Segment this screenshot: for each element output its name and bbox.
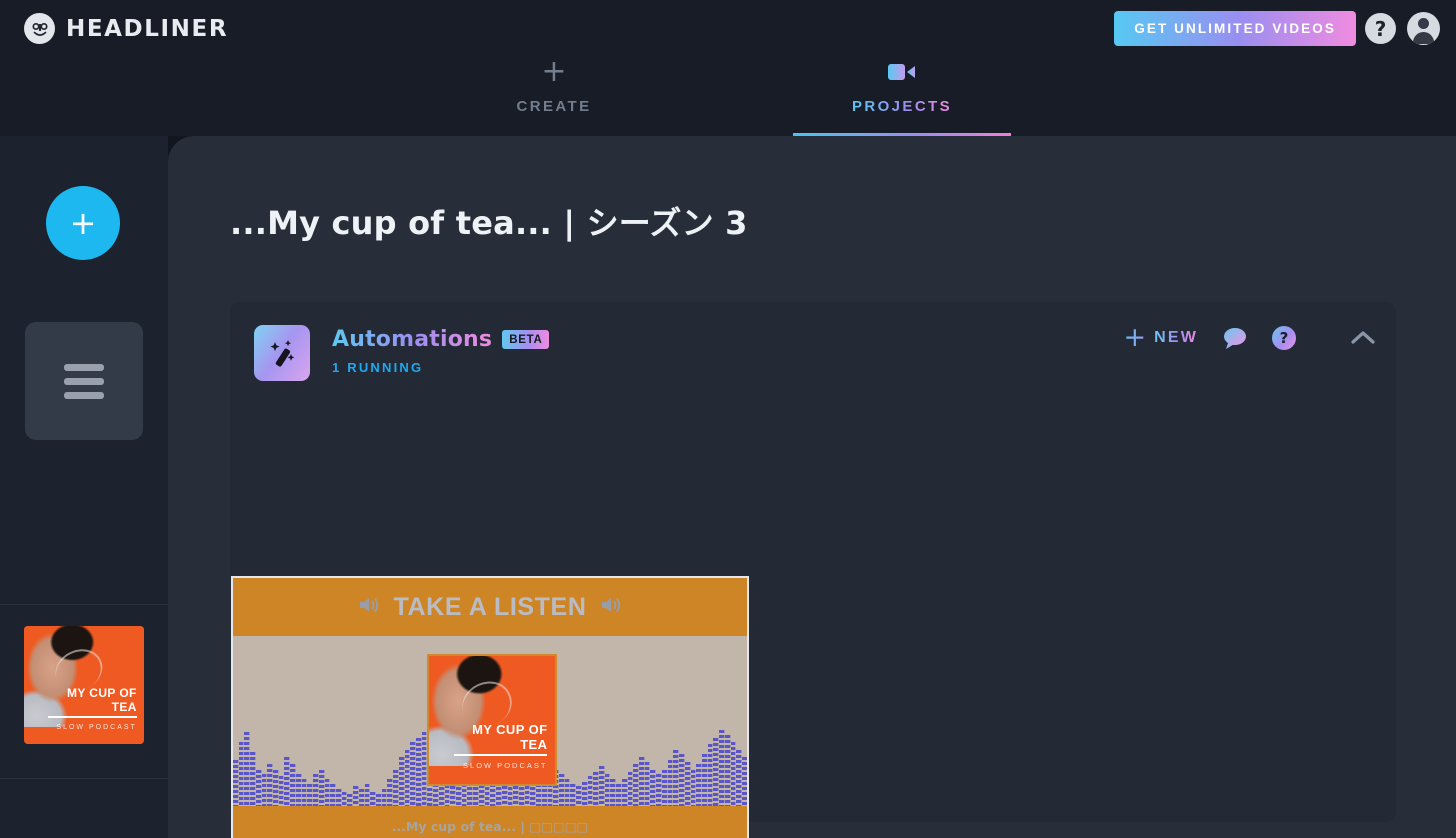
hamburger-menu-icon-bar [64,391,104,399]
new-automation-label: NEW [1154,329,1198,346]
video-cover-art: MY CUP OF TEA SLOW PODCAST [427,654,557,786]
podcast-cover-art: MY CUP OF TEA SLOW PODCAST [24,626,144,744]
tab-projects[interactable]: PROJECTS [793,58,1011,136]
automation-video-preview[interactable]: TAKE A LISTEN MY CUP OF TEA SLOW PODCAST… [231,576,749,838]
automations-actions: + NEW ? [1123,322,1376,353]
question-mark-glyph: ? [1272,326,1296,350]
plus-icon: + [541,54,567,89]
automations-title-row: Automations BETA [332,327,550,352]
cover-subtitle: SLOW PODCAST [463,760,548,770]
cover-title: MY CUP OF TEA [48,686,137,719]
help-icon[interactable]: ? [1365,13,1396,44]
app-header: HEADLINER GET UNLIMITED VIDEOS ? + CREAT… [0,0,1456,136]
cover-subtitle: SLOW PODCAST [56,724,137,732]
video-caption-primary: ...My cup of tea... | □□□□□ [391,819,589,834]
chevron-up-icon[interactable] [1350,329,1376,347]
tab-projects-label: PROJECTS [851,98,953,115]
video-frame: TAKE A LISTEN MY CUP OF TEA SLOW PODCAST… [231,576,749,838]
page-title: ...My cup of tea... | シーズン 3 [230,204,748,242]
new-automation-button[interactable]: + NEW [1123,322,1198,353]
speaker-icon [358,595,380,620]
brand-name: HEADLINER [66,15,229,42]
main-content-panel: ...My cup of tea... | シーズン 3 Automations… [168,136,1456,838]
brand-logo[interactable]: HEADLINER [24,13,228,44]
video-header-text: TAKE A LISTEN [393,592,587,621]
video-caption-band: ...My cup of tea... | □□□□□ The Episode … [233,806,747,838]
magic-wand-icon [254,325,310,381]
video-header-band: TAKE A LISTEN [233,578,747,636]
hamburger-menu-icon-bar [64,363,104,371]
beta-badge: BETA [502,330,550,349]
cover-title: MY CUP OF TEA [454,722,548,756]
automations-status: 1 RUNNING [332,360,424,375]
avatar-body [1413,32,1434,44]
avatar-head [1418,18,1429,29]
plus-icon: + [1123,322,1147,353]
question-circle-icon[interactable]: ? [1272,326,1296,350]
automations-card: Automations BETA 1 RUNNING + NEW ? TAKE … [230,302,1396,838]
left-sidebar: + MY CUP OF TEA SLOW PODCAST [0,136,168,838]
sidebar-divider [0,604,168,605]
speaker-icon [600,595,622,620]
chat-bubble-icon[interactable] [1222,326,1248,350]
get-unlimited-videos-button[interactable]: GET UNLIMITED VIDEOS [1114,11,1356,46]
main-nav-tabs: + CREATE PROJECTS [0,54,1456,136]
automations-header: Automations BETA 1 RUNNING + NEW ? [230,302,1396,390]
waveform-bar [741,756,747,806]
headliner-smiley-logo-icon [24,13,55,44]
automations-title: Automations [332,327,493,352]
sidebar-menu-tile[interactable] [25,322,143,440]
video-camera-icon [888,58,916,86]
avatar[interactable] [1407,12,1440,45]
add-project-button[interactable]: + [46,186,120,260]
hamburger-menu-icon-bar [64,377,104,385]
sidebar-project-thumbnail[interactable]: MY CUP OF TEA SLOW PODCAST [24,626,144,744]
sidebar-divider-lower [0,778,168,779]
tab-create[interactable]: + CREATE [445,54,663,136]
tab-create-label: CREATE [516,98,592,115]
